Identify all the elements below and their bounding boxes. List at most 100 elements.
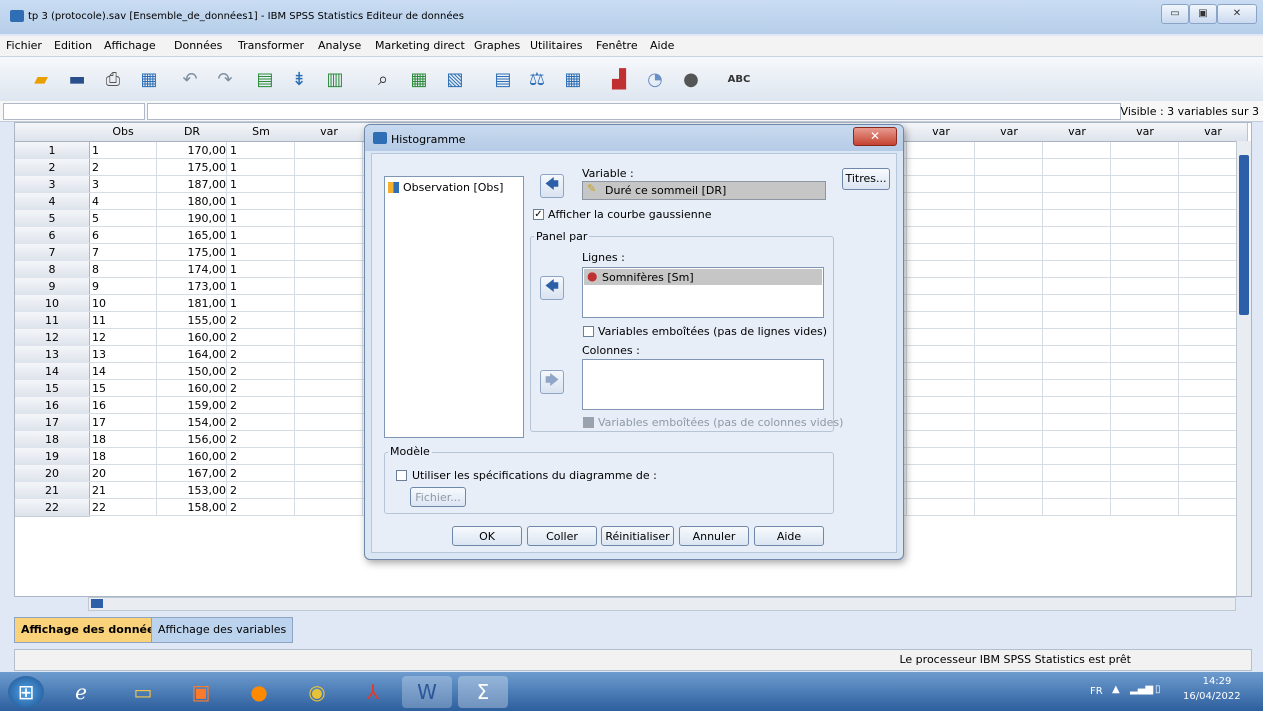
table-cell-empty[interactable]: [975, 278, 1043, 295]
word-icon[interactable]: W: [402, 676, 452, 708]
menu-analyse[interactable]: Analyse: [318, 39, 361, 52]
table-cell-obs[interactable]: 8: [89, 261, 157, 278]
row-header[interactable]: 18: [15, 431, 90, 449]
table-cell-empty[interactable]: [1111, 176, 1179, 193]
table-cell-empty[interactable]: [1111, 193, 1179, 210]
table-cell-empty[interactable]: [1111, 142, 1179, 159]
horizontal-scrollbar[interactable]: [88, 597, 1236, 611]
table-cell-dr[interactable]: 175,00: [157, 244, 227, 261]
table-cell-sm[interactable]: 1: [227, 227, 295, 244]
column-header-var[interactable]: var: [1111, 123, 1180, 142]
row-header[interactable]: 12: [15, 329, 90, 347]
file-button[interactable]: Fichier...: [410, 487, 466, 507]
clock-time[interactable]: 14:29: [1195, 676, 1239, 687]
table-cell-empty[interactable]: [1111, 295, 1179, 312]
minimize-button[interactable]: ▭: [1161, 4, 1189, 24]
row-header[interactable]: 13: [15, 346, 90, 364]
table-cell-sm[interactable]: 2: [227, 397, 295, 414]
table-cell-empty[interactable]: [975, 142, 1043, 159]
table-cell-empty[interactable]: [975, 295, 1043, 312]
table-cell-sm[interactable]: 2: [227, 482, 295, 499]
table-cell-empty[interactable]: [975, 363, 1043, 380]
table-cell-sm[interactable]: 2: [227, 431, 295, 448]
table-cell-sm[interactable]: 1: [227, 261, 295, 278]
acrobat-icon[interactable]: ⅄: [348, 676, 398, 708]
table-cell-empty[interactable]: [1111, 380, 1179, 397]
table-cell-empty[interactable]: [975, 227, 1043, 244]
table-cell-empty[interactable]: [907, 159, 975, 176]
vertical-scrollbar[interactable]: [1236, 141, 1251, 596]
menu-fenetre[interactable]: Fenêtre: [596, 39, 638, 52]
table-cell-empty[interactable]: [975, 397, 1043, 414]
table-cell-empty[interactable]: [1111, 261, 1179, 278]
row-header[interactable]: 15: [15, 380, 90, 398]
table-cell-empty[interactable]: [975, 312, 1043, 329]
table-cell-empty[interactable]: [295, 414, 363, 431]
table-cell-empty[interactable]: [295, 193, 363, 210]
table-cell-dr[interactable]: 155,00: [157, 312, 227, 329]
table-cell-empty[interactable]: [975, 244, 1043, 261]
table-cell-empty[interactable]: [295, 363, 363, 380]
undo-icon[interactable]: ↶: [175, 64, 205, 94]
table-cell-empty[interactable]: [1043, 397, 1111, 414]
table-cell-empty[interactable]: [295, 295, 363, 312]
rows-list[interactable]: ● Somnifères [Sm]: [582, 267, 824, 318]
table-cell-dr[interactable]: 173,00: [157, 278, 227, 295]
table-cell-empty[interactable]: [975, 159, 1043, 176]
table-cell-dr[interactable]: 154,00: [157, 414, 227, 431]
table-cell-empty[interactable]: [975, 261, 1043, 278]
table-cell-empty[interactable]: [907, 482, 975, 499]
table-cell-dr[interactable]: 180,00: [157, 193, 227, 210]
table-cell-obs[interactable]: 18: [89, 431, 157, 448]
row-header[interactable]: 7: [15, 244, 90, 262]
cancel-button[interactable]: Annuler: [679, 526, 749, 546]
table-cell-sm[interactable]: 2: [227, 414, 295, 431]
table-cell-empty[interactable]: [907, 346, 975, 363]
table-cell-empty[interactable]: [295, 465, 363, 482]
table-cell-sm[interactable]: 2: [227, 346, 295, 363]
language-indicator[interactable]: FR: [1090, 686, 1103, 697]
table-cell-empty[interactable]: [295, 142, 363, 159]
table-cell-sm[interactable]: 1: [227, 193, 295, 210]
table-cell-empty[interactable]: [1111, 363, 1179, 380]
table-cell-empty[interactable]: [1043, 261, 1111, 278]
table-cell-empty[interactable]: [907, 244, 975, 261]
table-cell-sm[interactable]: 1: [227, 244, 295, 261]
table-cell-empty[interactable]: [907, 261, 975, 278]
dialog-recall-icon[interactable]: ▦: [134, 64, 164, 94]
table-cell-empty[interactable]: [907, 295, 975, 312]
table-cell-empty[interactable]: [975, 414, 1043, 431]
scroll-thumb[interactable]: [1239, 155, 1249, 315]
split-file-icon[interactable]: ▤: [488, 64, 518, 94]
row-header[interactable]: 3: [15, 176, 90, 194]
row-header[interactable]: 9: [15, 278, 90, 296]
table-cell-dr[interactable]: 160,00: [157, 329, 227, 346]
list-item[interactable]: ● Somnifères [Sm]: [584, 269, 822, 285]
titles-button[interactable]: Titres...: [842, 168, 890, 190]
table-cell-sm[interactable]: 2: [227, 380, 295, 397]
select-cases-icon[interactable]: ▦: [558, 64, 588, 94]
use-sets-icon[interactable]: ◔: [640, 64, 670, 94]
menu-affichage[interactable]: Affichage: [104, 39, 156, 52]
table-cell-empty[interactable]: [907, 431, 975, 448]
table-cell-empty[interactable]: [1043, 176, 1111, 193]
table-cell-empty[interactable]: [907, 414, 975, 431]
table-cell-dr[interactable]: 158,00: [157, 499, 227, 516]
table-cell-empty[interactable]: [1043, 414, 1111, 431]
table-cell-dr[interactable]: 175,00: [157, 159, 227, 176]
table-cell-empty[interactable]: [975, 193, 1043, 210]
table-cell-obs[interactable]: 4: [89, 193, 157, 210]
column-header-var[interactable]: var: [975, 123, 1044, 142]
table-cell-obs[interactable]: 7: [89, 244, 157, 261]
table-cell-empty[interactable]: [1043, 244, 1111, 261]
table-cell-obs[interactable]: 11: [89, 312, 157, 329]
reset-button[interactable]: Réinitialiser: [601, 526, 674, 546]
network-icon[interactable]: ▂▄▆: [1130, 684, 1153, 695]
table-cell-empty[interactable]: [975, 431, 1043, 448]
table-cell-dr[interactable]: 165,00: [157, 227, 227, 244]
table-cell-obs[interactable]: 20: [89, 465, 157, 482]
row-header[interactable]: 2: [15, 159, 90, 177]
table-cell-obs[interactable]: 14: [89, 363, 157, 380]
table-cell-empty[interactable]: [1111, 312, 1179, 329]
goto-variable-icon[interactable]: ⇟: [284, 64, 314, 94]
